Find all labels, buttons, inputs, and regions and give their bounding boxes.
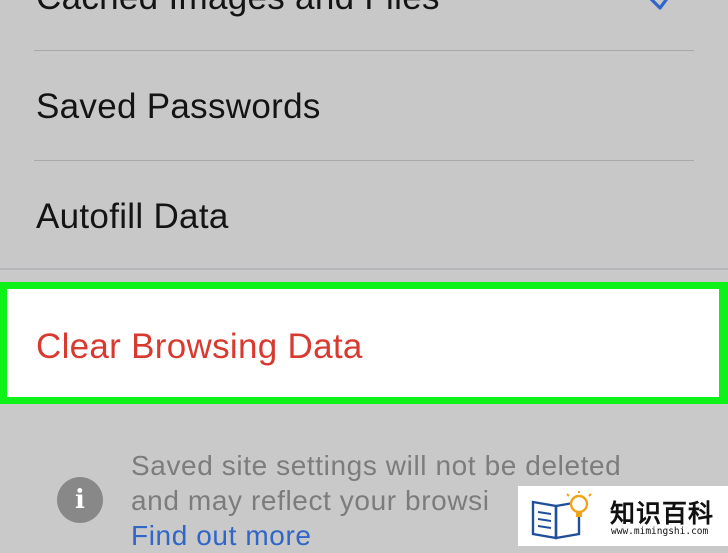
- watermark-url: www.mimingshi.com: [611, 526, 709, 537]
- list-item-label: Cached Images and Files: [36, 0, 440, 18]
- checkmark-icon: [649, 0, 668, 10]
- clear-browsing-data-button[interactable]: Clear Browsing Data: [7, 289, 719, 397]
- watermark-title: 知识百科: [610, 499, 715, 528]
- list-item-label: Autofill Data: [36, 197, 229, 236]
- list-item-autofill-data[interactable]: Autofill Data: [0, 161, 728, 268]
- info-icon: i: [57, 477, 103, 523]
- highlight-box: Clear Browsing Data: [0, 282, 728, 404]
- section-divider: [0, 268, 728, 270]
- footer-line-1: Saved site settings will not be deleted: [131, 450, 622, 481]
- list-item-cached-images[interactable]: Cached Images and Files: [0, 0, 728, 50]
- book-lightbulb-logo: [531, 491, 592, 540]
- settings-screen: Cached Images and Files Saved Passwords …: [0, 0, 728, 551]
- list-item-saved-passwords[interactable]: Saved Passwords: [0, 51, 728, 160]
- clear-browsing-data-label: Clear Browsing Data: [36, 327, 363, 366]
- watermark: 知识百科 www.mimingshi.com: [518, 486, 728, 546]
- data-types-list: Cached Images and Files Saved Passwords …: [0, 0, 728, 268]
- list-item-label: Saved Passwords: [36, 87, 321, 126]
